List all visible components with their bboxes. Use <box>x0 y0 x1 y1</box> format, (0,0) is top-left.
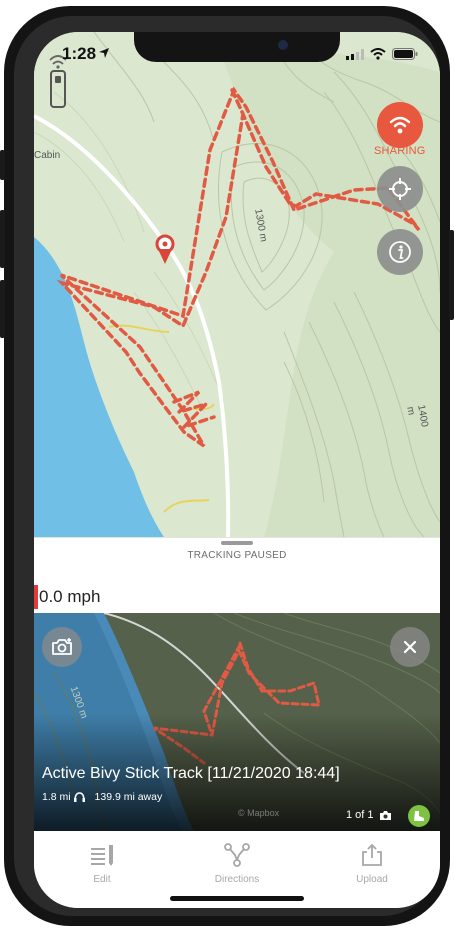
boot-icon <box>414 811 424 821</box>
battery-icon <box>392 48 418 60</box>
speed-indicator <box>34 585 38 609</box>
sharing-label: SHARING <box>374 145 426 157</box>
edit-list-icon <box>91 845 113 866</box>
wifi-share-icon <box>389 116 411 134</box>
directions-button[interactable]: Directions <box>197 843 277 885</box>
phone-volume-down <box>0 280 5 338</box>
add-photo-button[interactable] <box>42 627 82 667</box>
speed-value: 0.0 mph <box>39 587 101 606</box>
upload-icon <box>362 843 382 866</box>
upload-button[interactable]: Upload <box>332 843 412 885</box>
tracking-panel[interactable]: TRACKING PAUSED <box>34 537 440 584</box>
edit-button[interactable]: Edit <box>62 843 142 885</box>
track-away: 139.9 mi away <box>94 791 163 803</box>
directions-label: Directions <box>214 874 260 885</box>
sharing-button[interactable] <box>377 102 423 148</box>
pager-text: 1 of 1 <box>346 809 374 821</box>
phone-side-button <box>0 150 5 180</box>
track-card[interactable]: 1300 m Active Bivy Stick Track [11/21/20… <box>34 613 440 831</box>
track-title: Active Bivy Stick Track [11/21/2020 18:4… <box>42 765 340 782</box>
bottom-toolbar: Edit Directions Upload <box>34 831 440 908</box>
phone-volume-up <box>0 210 5 268</box>
info-icon <box>389 241 411 263</box>
phone-notch <box>134 32 340 62</box>
photo-pager[interactable]: 1 of 1 <box>346 809 392 821</box>
map-label-cabin: Cabin <box>34 150 61 161</box>
drag-handle[interactable] <box>221 541 253 545</box>
directions-route-icon <box>224 843 250 867</box>
phone-power-button <box>449 230 454 320</box>
close-card-button[interactable] <box>390 627 430 667</box>
shared-badge[interactable] <box>408 805 430 827</box>
map-credit: © Mapbox <box>238 808 280 818</box>
upload-label: Upload <box>356 874 388 885</box>
camera-plus-icon <box>52 638 72 655</box>
camera-icon <box>379 810 391 820</box>
elevation-icon <box>73 792 85 803</box>
status-time: 1:28 <box>62 44 97 63</box>
close-icon <box>403 640 417 654</box>
wifi-icon <box>370 48 386 60</box>
status-icons <box>346 48 418 60</box>
map-view[interactable]: Cabin 1300 m 1400 m SHARING <box>34 32 440 538</box>
home-indicator[interactable] <box>170 896 304 901</box>
track-distance-group: 1.8 mi <box>42 791 85 803</box>
front-camera <box>278 40 288 50</box>
map-canvas <box>34 32 440 538</box>
crosshair-icon <box>389 178 411 200</box>
location-arrow-icon <box>99 48 109 58</box>
cellular-signal-icon <box>346 48 364 60</box>
tracking-status: TRACKING PAUSED <box>187 550 287 561</box>
track-distance: 1.8 mi <box>42 791 71 803</box>
info-button[interactable] <box>377 229 423 275</box>
app-screen: Cabin 1300 m 1400 m SHARING 1:28 TRACKIN… <box>34 32 440 908</box>
map-label-contour-2: 1400 m <box>404 404 430 428</box>
edit-label: Edit <box>93 874 111 885</box>
speed-row: 0.0 mph <box>34 583 440 613</box>
locate-button[interactable] <box>377 166 423 212</box>
track-meta: 1.8 mi 139.9 mi away <box>42 791 162 803</box>
